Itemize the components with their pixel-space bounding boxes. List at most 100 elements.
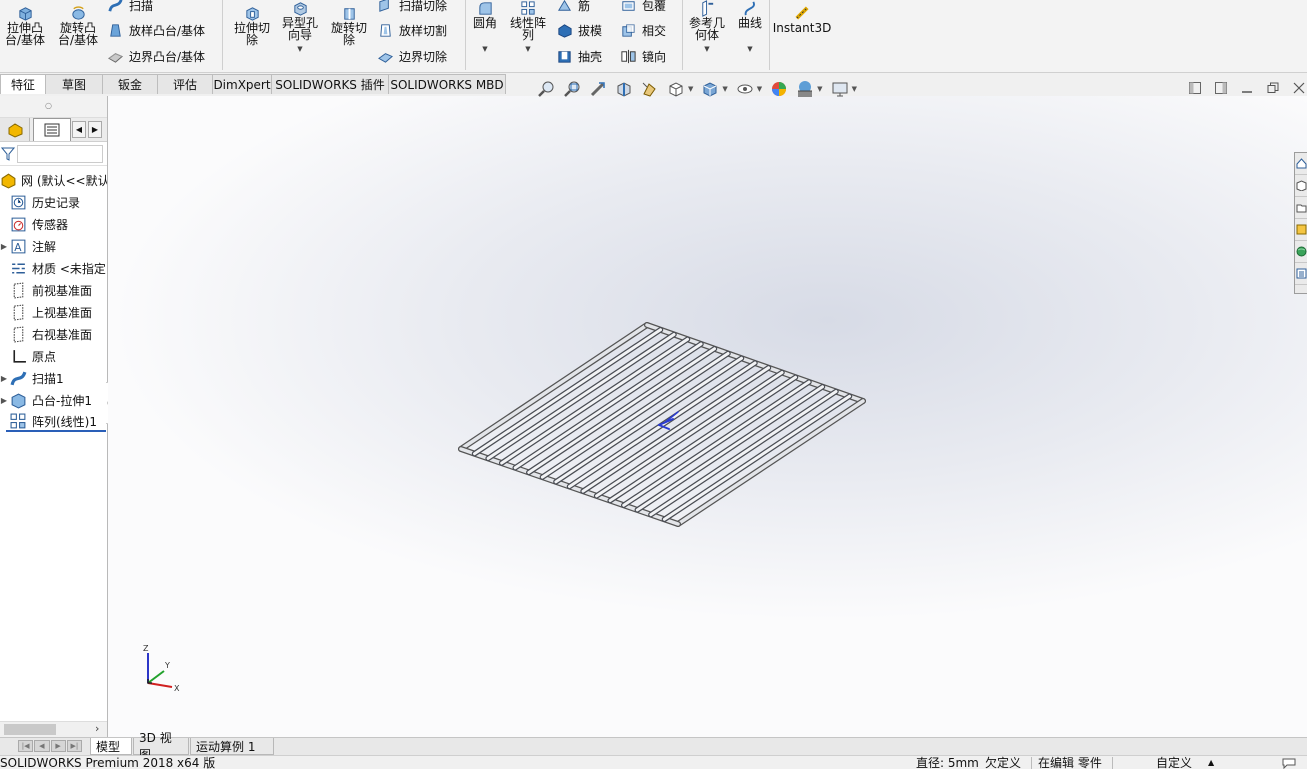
- tab-scroll-right-button[interactable]: ▶: [88, 121, 102, 138]
- edit-appearance-icon[interactable]: [770, 80, 788, 98]
- revolve-cut-button[interactable]: 旋转切 除: [326, 5, 372, 46]
- task-pane-custom-properties-tab[interactable]: [1295, 263, 1307, 285]
- section-view-icon[interactable]: [615, 80, 633, 98]
- tile-left-icon[interactable]: [1189, 82, 1201, 94]
- tree-filter-bar[interactable]: [0, 142, 107, 166]
- curves-button[interactable]: 曲线 ▼: [733, 0, 767, 53]
- apply-scene-icon[interactable]: [796, 80, 814, 98]
- tile-right-icon[interactable]: [1215, 82, 1227, 94]
- filter-funnel-icon[interactable]: [1, 146, 15, 162]
- task-pane-view-palette-tab[interactable]: [1295, 219, 1307, 241]
- view-settings-icon[interactable]: [831, 80, 849, 98]
- tree-item[interactable]: 上视基准面: [6, 302, 107, 322]
- tab-model[interactable]: 模型: [90, 738, 132, 755]
- task-pane-appearances-tab[interactable]: [1295, 241, 1307, 263]
- tree-filter-input[interactable]: [17, 145, 103, 163]
- instant3d-button[interactable]: Instant3D: [773, 5, 831, 34]
- tree-item[interactable]: 传感器: [6, 214, 107, 234]
- dropdown-caret-icon[interactable]: ▼: [747, 45, 752, 53]
- boundary-cut-button[interactable]: 边界切除: [377, 48, 447, 65]
- sweep-button[interactable]: 扫描: [107, 0, 153, 14]
- feature-manager-tab[interactable]: [0, 118, 30, 141]
- tab-scroll-left-button[interactable]: ◀: [72, 121, 86, 138]
- tab-3[interactable]: 评估: [157, 74, 213, 94]
- tree-item[interactable]: ▶ A 注解: [1, 236, 107, 256]
- tab-5[interactable]: SOLIDWORKS 插件: [271, 74, 389, 94]
- dropdown-caret-icon[interactable]: ▼: [482, 45, 487, 53]
- view-orientation-icon[interactable]: [667, 80, 685, 98]
- dynamic-annotation-icon[interactable]: [641, 80, 659, 98]
- display-style-icon[interactable]: [701, 80, 719, 98]
- dropdown-caret-icon[interactable]: ▼: [757, 85, 762, 93]
- tree-item[interactable]: 右视基准面: [6, 324, 107, 344]
- tree-root-part[interactable]: 网 (默认<<默认: [0, 170, 107, 190]
- tab-6[interactable]: SOLIDWORKS MBD: [388, 74, 506, 94]
- linear-pattern-button[interactable]: 线性阵 列 ▼: [505, 0, 551, 53]
- dropdown-caret-icon[interactable]: ▼: [722, 85, 727, 93]
- dropdown-caret-icon[interactable]: ▼: [688, 85, 693, 93]
- tab-motion-study[interactable]: 运动算例 1: [190, 738, 274, 755]
- prev-tab-icon[interactable]: ◀: [34, 740, 50, 752]
- tree-item[interactable]: 前视基准面: [6, 280, 107, 300]
- help-chat-icon[interactable]: [1281, 757, 1297, 769]
- extrude-cut-button[interactable]: 拉伸切 除: [229, 5, 275, 46]
- expand-arrow-icon[interactable]: ▶: [0, 242, 10, 251]
- task-pane-resources-tab[interactable]: [1295, 175, 1307, 197]
- reference-geometry-button[interactable]: 参考几 何体 ▼: [684, 0, 730, 53]
- tab-4[interactable]: DimXpert: [212, 74, 272, 94]
- first-tab-icon[interactable]: |◀: [18, 740, 34, 752]
- dropdown-caret-icon[interactable]: ▼: [525, 45, 530, 53]
- tree-item[interactable]: 材质 <未指定>: [6, 258, 107, 278]
- model-rack[interactable]: [108, 96, 1307, 737]
- splitter-handle-icon[interactable]: ○: [45, 101, 52, 110]
- tree-item[interactable]: 历史记录: [6, 192, 107, 212]
- task-pane-file-explorer-tab[interactable]: [1295, 197, 1307, 219]
- minimize-icon[interactable]: [1241, 82, 1253, 94]
- tree-item[interactable]: ▶ 扫描1: [1, 368, 107, 388]
- panel-horizontal-scrollbar[interactable]: ›: [0, 721, 107, 737]
- tab-3d-view[interactable]: 3D 视图: [133, 731, 189, 762]
- last-tab-icon[interactable]: ▶|: [66, 740, 82, 752]
- zoom-to-fit-icon[interactable]: [537, 80, 555, 98]
- revolve-boss-button[interactable]: 旋转凸 台/基体: [55, 5, 101, 46]
- scrollbar-thumb[interactable]: [4, 724, 56, 735]
- graphics-area[interactable]: Z Y X: [108, 96, 1307, 737]
- next-tab-icon[interactable]: ▶: [50, 740, 66, 752]
- swept-cut-button[interactable]: 扫描切除: [377, 0, 447, 14]
- dropdown-caret-icon[interactable]: ▼: [852, 85, 857, 93]
- fillet-button[interactable]: 圆角 ▼: [468, 0, 502, 53]
- scroll-right-arrow-icon[interactable]: ›: [95, 722, 99, 735]
- expand-arrow-icon[interactable]: ▶: [0, 374, 10, 383]
- tab-0[interactable]: 特征: [0, 74, 46, 94]
- close-icon[interactable]: [1293, 82, 1305, 94]
- intersect-button[interactable]: 相交: [620, 22, 666, 39]
- property-manager-tab[interactable]: [33, 118, 71, 141]
- zoom-to-area-icon[interactable]: [563, 80, 581, 98]
- task-pane-home-tab[interactable]: [1295, 153, 1307, 175]
- hide-show-items-icon[interactable]: [736, 80, 754, 98]
- tree-item[interactable]: ▶ 凸台-拉伸1: [1, 390, 107, 410]
- panel-splitter[interactable]: ○: [0, 96, 107, 118]
- previous-view-icon[interactable]: [589, 80, 607, 98]
- extrude-boss-button[interactable]: 拉伸凸 台/基体: [2, 5, 48, 46]
- mirror-button[interactable]: 镜向: [620, 48, 666, 65]
- hole-wizard-button[interactable]: 异型孔 向导 ▼: [277, 0, 323, 53]
- boundary-boss-button[interactable]: 边界凸台/基体: [107, 48, 205, 65]
- dropdown-caret-icon[interactable]: ▼: [817, 85, 822, 93]
- rib-button[interactable]: 筋: [556, 0, 590, 14]
- tree-item[interactable]: 原点: [6, 346, 107, 366]
- lofted-cut-button[interactable]: 放样切割: [377, 22, 447, 39]
- status-units[interactable]: 自定义: [1156, 756, 1192, 769]
- restore-icon[interactable]: [1267, 82, 1279, 94]
- loft-boss-button[interactable]: 放样凸台/基体: [107, 22, 205, 39]
- draft-button[interactable]: 拔模: [556, 22, 602, 39]
- tab-1[interactable]: 草图: [45, 74, 103, 94]
- units-caret-icon[interactable]: ▲: [1208, 756, 1214, 769]
- shell-button[interactable]: 抽壳: [556, 48, 602, 65]
- tab-2[interactable]: 钣金: [102, 74, 158, 94]
- tree-item[interactable]: 阵列(线性)1: [6, 412, 106, 432]
- dropdown-caret-icon[interactable]: ▼: [297, 45, 302, 53]
- wrap-button[interactable]: 包覆: [620, 0, 666, 14]
- expand-arrow-icon[interactable]: ▶: [0, 396, 10, 405]
- dropdown-caret-icon[interactable]: ▼: [704, 45, 709, 53]
